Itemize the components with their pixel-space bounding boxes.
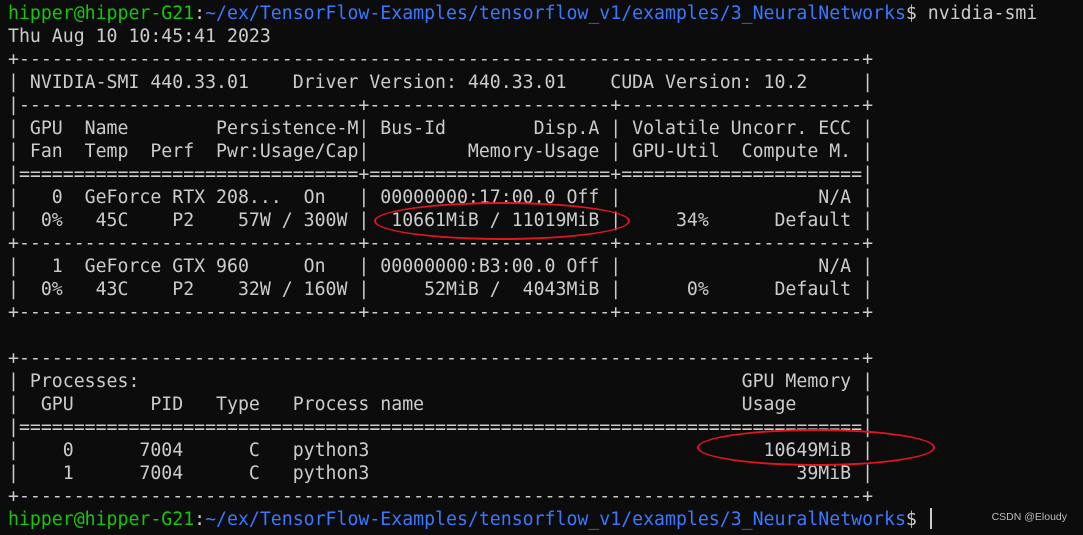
output-line: +---------------------------------------… xyxy=(8,49,874,70)
output-line: | Fan Temp Perf Pwr:Usage/Cap| Memory-Us… xyxy=(8,141,874,162)
prompt-symbol: $ xyxy=(905,3,917,24)
prompt-separator: : xyxy=(194,509,206,530)
watermark: CSDN @Eloudy xyxy=(991,511,1067,523)
process-memory-highlight-ellipse xyxy=(697,429,935,466)
prompt-cwd: ~/ex/TensorFlow-Examples/tensorflow_v1/e… xyxy=(205,509,906,530)
prompt-line: hipper@hipper-G21:~/ex/TensorFlow-Exampl… xyxy=(8,2,1037,25)
prompt-line: hipper@hipper-G21:~/ex/TensorFlow-Exampl… xyxy=(8,508,917,531)
processes-columns-line: | GPU PID Type Process name Usage | xyxy=(8,394,874,415)
prompt-user-host: hipper@hipper-G21 xyxy=(8,3,195,24)
output-line: |===============================+=======… xyxy=(8,164,874,185)
gpu1-info-line: | 1 GeForce GTX 960 On | 00000000:B3:00.… xyxy=(8,256,874,277)
prompt-user-host: hipper@hipper-G21 xyxy=(8,509,195,530)
prompt-cwd: ~/ex/TensorFlow-Examples/tensorflow_v1/e… xyxy=(205,3,906,24)
output-line: | NVIDIA-SMI 440.33.01 Driver Version: 4… xyxy=(8,72,874,93)
gpu1-usage-line: | 0% 43C P2 32W / 160W | 52MiB / 4043MiB… xyxy=(8,279,874,300)
process-row: | 1 7004 C python3 39MiB | xyxy=(8,463,874,484)
prompt-separator: : xyxy=(194,3,206,24)
memory-usage-highlight-ellipse xyxy=(374,202,630,240)
output-line: +---------------------------------------… xyxy=(8,348,874,369)
command-text: nvidia-smi xyxy=(916,3,1038,24)
output-line: +-------------------------------+-------… xyxy=(8,302,874,323)
timestamp-line: Thu Aug 10 10:45:41 2023 xyxy=(8,26,271,47)
output-line: | GPU Name Persistence-M| Bus-Id Disp.A … xyxy=(8,118,874,139)
terminal-window[interactable]: hipper@hipper-G21:~/ex/TensorFlow-Exampl… xyxy=(0,0,1083,535)
output-line: +---------------------------------------… xyxy=(8,486,874,507)
processes-header-line: | Processes: GPU Memory | xyxy=(8,371,874,392)
text-cursor xyxy=(930,508,932,529)
output-line: |-------------------------------+-------… xyxy=(8,95,874,116)
prompt-symbol: $ xyxy=(905,509,917,530)
